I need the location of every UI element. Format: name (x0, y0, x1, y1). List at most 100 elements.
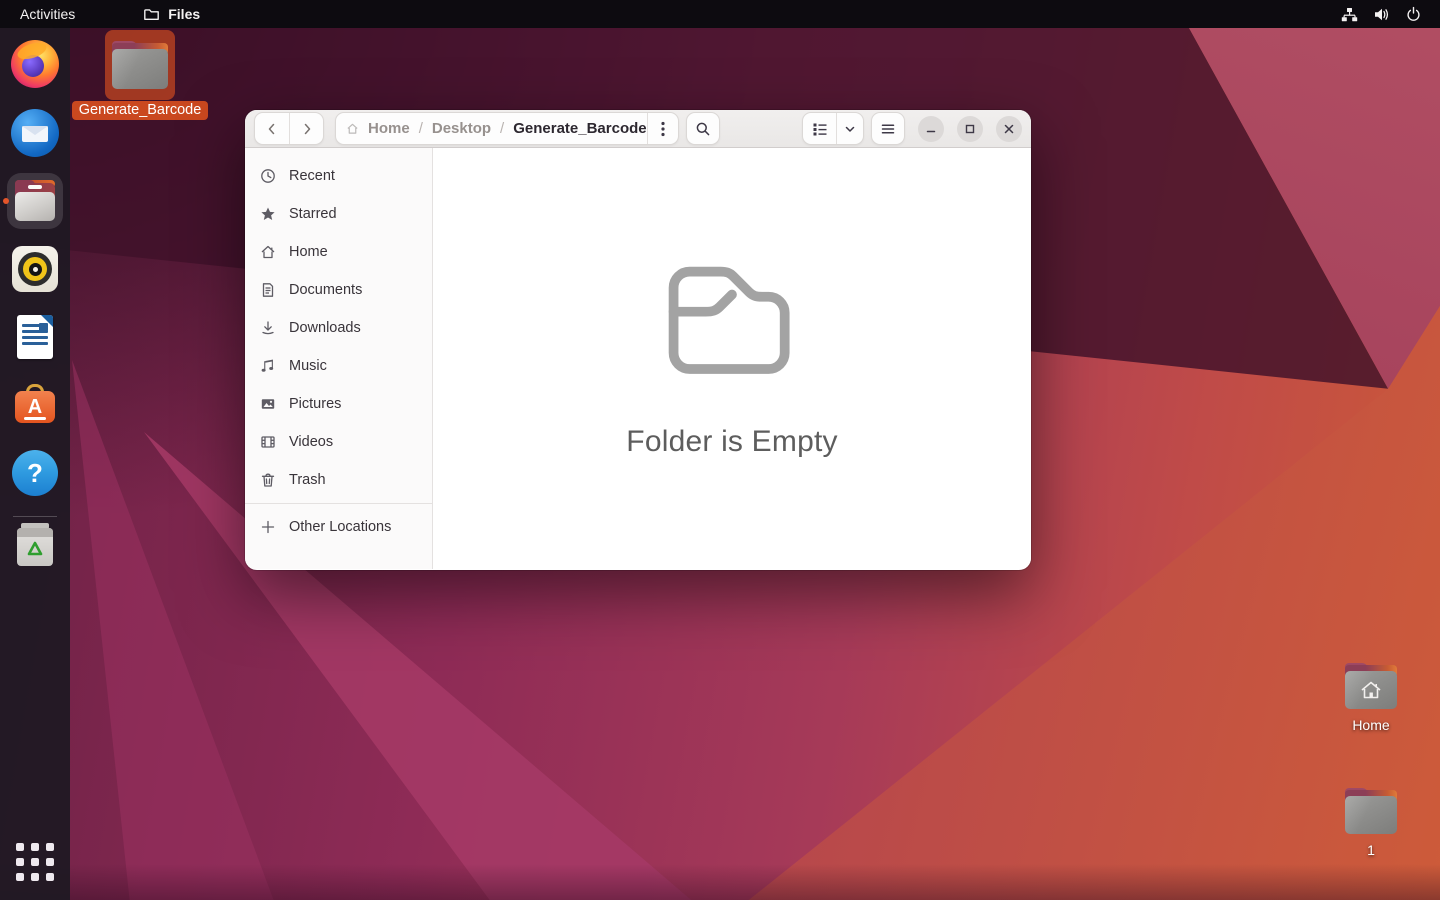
window-body: Recent Starred Home Documents Downloads … (245, 148, 1031, 569)
sidebar-item-label: Other Locations (289, 519, 392, 535)
help-icon: ? (12, 450, 58, 496)
kebab-menu-icon (661, 121, 665, 136)
download-icon (260, 320, 276, 336)
music-note-icon (260, 358, 276, 374)
folder-icon (112, 41, 168, 89)
breadcrumb-home[interactable]: Home (368, 120, 410, 137)
desktop-icon-generate-barcode[interactable]: Generate_Barcode (71, 30, 209, 120)
focused-app-label: Files (168, 6, 201, 22)
sidebar-item-label: Home (289, 244, 328, 260)
desktop-screen: Activities Files A ? Generate_Barcode Ho… (0, 0, 1440, 900)
desktop-icon-label: Generate_Barcode (71, 101, 209, 120)
sidebar-item-label: Documents (289, 282, 363, 298)
dock-item-ubuntu-software[interactable]: A (11, 380, 59, 428)
maximize-icon (965, 124, 975, 133)
breadcrumb-current[interactable]: Generate_Barcode (513, 120, 646, 137)
house-icon (1361, 681, 1381, 699)
sidebar-item-pictures[interactable]: Pictures (245, 385, 432, 423)
ubuntu-software-icon: A (11, 380, 59, 428)
folder-icon (1345, 663, 1397, 709)
desktop-icon-home[interactable]: Home (1323, 663, 1419, 733)
dock-item-rhythmbox[interactable] (11, 245, 59, 293)
libreoffice-writer-icon (17, 315, 53, 359)
path-options-button[interactable] (646, 113, 678, 144)
close-icon (1004, 124, 1014, 133)
home-icon (260, 244, 276, 260)
picture-icon (260, 396, 276, 412)
chevron-left-icon (268, 123, 275, 134)
sidebar-separator (245, 503, 432, 504)
sidebar-item-label: Trash (289, 472, 326, 488)
app-grid-button[interactable] (11, 838, 59, 886)
trash-icon (260, 472, 276, 488)
maximize-button[interactable] (957, 115, 983, 142)
minimize-button[interactable] (918, 115, 944, 142)
top-bar: Activities Files (0, 0, 1440, 28)
sidebar-item-other-locations[interactable]: Other Locations (245, 508, 432, 546)
minimize-icon (926, 130, 936, 132)
close-button[interactable] (996, 115, 1022, 142)
history-nav-group (254, 112, 324, 145)
dock-item-firefox[interactable] (11, 40, 59, 88)
sidebar-item-label: Music (289, 358, 327, 374)
network-wired-icon (1341, 7, 1358, 21)
view-toggle-group (802, 112, 864, 145)
main-menu-button[interactable] (871, 112, 905, 145)
breadcrumb-separator: / (418, 120, 423, 137)
dock-item-trash[interactable] (11, 521, 59, 569)
sidebar-item-recent[interactable]: Recent (245, 157, 432, 195)
folder-icon (1345, 788, 1397, 834)
volume-icon (1375, 8, 1389, 20)
thunderbird-icon (11, 109, 59, 157)
recycle-symbol-icon (27, 541, 43, 556)
desktop-icon-selection (105, 30, 175, 100)
breadcrumb-desktop[interactable]: Desktop (432, 120, 491, 137)
files-icon (11, 177, 59, 225)
sidebar-item-label: Recent (289, 168, 335, 184)
focused-app-menu[interactable]: Files (143, 6, 200, 23)
empty-folder-icon (668, 266, 790, 374)
desktop-icon-folder-1[interactable]: 1 (1323, 788, 1419, 858)
sidebar-item-label: Videos (289, 434, 334, 450)
sidebar-item-label: Pictures (289, 396, 342, 412)
video-icon (260, 434, 276, 450)
breadcrumb-separator: / (500, 120, 505, 137)
empty-folder-message: Folder is Empty (626, 424, 838, 458)
sidebar-item-downloads[interactable]: Downloads (245, 309, 432, 347)
document-icon (260, 282, 276, 298)
search-button[interactable] (686, 112, 720, 145)
hamburger-menu-icon (881, 123, 895, 134)
chevron-right-icon (304, 123, 310, 134)
star-icon (260, 206, 276, 222)
sidebar-item-documents[interactable]: Documents (245, 271, 432, 309)
folder-view[interactable]: Folder is Empty (433, 148, 1031, 569)
system-status-area[interactable] (1341, 6, 1440, 23)
sidebar-item-starred[interactable]: Starred (245, 195, 432, 233)
search-icon (696, 122, 710, 135)
dock-separator (13, 516, 57, 517)
path-bar: Home / Desktop / Generate_Barcode (335, 112, 679, 145)
sidebar-item-music[interactable]: Music (245, 347, 432, 385)
breadcrumb: Home / Desktop / Generate_Barcode (368, 120, 647, 137)
dock-item-files[interactable] (11, 177, 59, 225)
view-options-dropdown[interactable] (836, 113, 863, 144)
firefox-icon (11, 40, 59, 88)
dock-item-libreoffice-writer[interactable] (11, 313, 59, 361)
list-view-button[interactable] (803, 113, 836, 144)
sidebar-item-videos[interactable]: Videos (245, 423, 432, 461)
dock-item-help[interactable]: ? (11, 449, 59, 497)
plus-icon (260, 519, 276, 535)
dock-running-indicator (3, 198, 9, 204)
forward-button[interactable] (289, 113, 323, 144)
path-root-home-icon (346, 122, 359, 135)
chevron-down-icon (845, 126, 855, 132)
app-grid-icon (11, 838, 59, 886)
files-window: Home / Desktop / Generate_Barcode Recent… (245, 110, 1031, 570)
sidebar-item-home[interactable]: Home (245, 233, 432, 271)
activities-button[interactable]: Activities (0, 0, 95, 28)
dock-item-thunderbird[interactable] (11, 109, 59, 157)
recent-clock-icon (260, 168, 276, 184)
sidebar-item-trash[interactable]: Trash (245, 461, 432, 499)
files-app-icon (144, 8, 160, 20)
back-button[interactable] (255, 113, 289, 144)
